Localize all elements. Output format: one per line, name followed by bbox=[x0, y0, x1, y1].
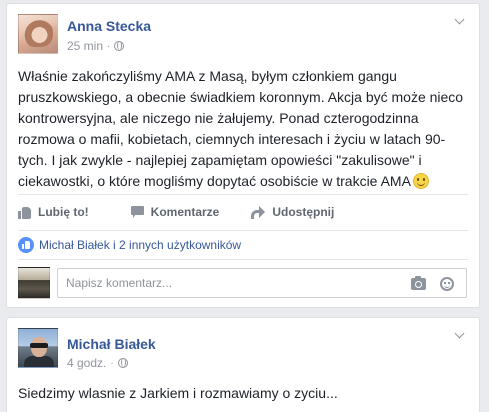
post-author[interactable]: Michał Białek bbox=[67, 336, 156, 352]
chevron-down-icon[interactable] bbox=[455, 330, 465, 340]
post-text: Właśnie zakończyliśmy AMA z Masą, byłym … bbox=[18, 66, 470, 192]
likes-summary-text[interactable]: Michał Białek i 2 innych użytkowników bbox=[39, 238, 241, 252]
camera-icon[interactable] bbox=[411, 276, 426, 290]
comment-icon bbox=[130, 206, 144, 218]
comment-input[interactable] bbox=[66, 276, 396, 290]
meta-separator: · bbox=[110, 357, 114, 369]
post-timestamp[interactable]: 4 godz. bbox=[67, 356, 106, 370]
like-icon bbox=[18, 206, 31, 219]
post-meta: 4 godz. · bbox=[67, 356, 128, 370]
post-author[interactable]: Anna Stecka bbox=[67, 18, 151, 34]
emoji-smile-icon bbox=[412, 173, 429, 189]
share-icon bbox=[251, 206, 266, 219]
post-body: Siedzimy wlasnie z Jarkiem i rozmawiamy … bbox=[18, 385, 338, 401]
likes-summary[interactable]: Michał Białek i 2 innych użytkowników bbox=[18, 237, 241, 253]
post-body: Właśnie zakończyliśmy AMA z Masą, byłym … bbox=[18, 68, 464, 189]
like-button[interactable]: Lubię to! bbox=[18, 205, 89, 219]
post-card: Anna Stecka 25 min · Właśnie zakończyliś… bbox=[6, 3, 480, 308]
avatar[interactable] bbox=[18, 328, 58, 368]
post-card: Michał Białek 4 godz. · Siedzimy wlasnie… bbox=[6, 317, 480, 412]
globe-icon[interactable] bbox=[114, 41, 125, 51]
share-button[interactable]: Udostępnij bbox=[251, 205, 334, 219]
chevron-down-icon[interactable] bbox=[455, 16, 465, 26]
commenter-avatar bbox=[18, 267, 50, 299]
comment-label: Komentarze bbox=[150, 205, 220, 219]
post-timestamp[interactable]: 25 min bbox=[67, 39, 103, 53]
like-badge-icon bbox=[18, 237, 34, 253]
sticker-icon[interactable] bbox=[440, 277, 454, 291]
divider bbox=[18, 194, 468, 195]
comment-button[interactable]: Komentarze bbox=[130, 205, 220, 219]
avatar[interactable] bbox=[18, 14, 58, 54]
divider bbox=[18, 259, 468, 260]
post-actions: Lubię to! Komentarze Udostępnij bbox=[18, 200, 334, 224]
post-meta: 25 min · bbox=[67, 39, 125, 53]
divider bbox=[18, 230, 468, 231]
globe-icon[interactable] bbox=[117, 358, 128, 368]
meta-separator: · bbox=[107, 40, 111, 52]
share-label: Udostępnij bbox=[272, 205, 335, 219]
like-label: Lubię to! bbox=[38, 205, 89, 219]
comment-box bbox=[57, 268, 467, 298]
post-text: Siedzimy wlasnie z Jarkiem i rozmawiamy … bbox=[18, 383, 470, 404]
